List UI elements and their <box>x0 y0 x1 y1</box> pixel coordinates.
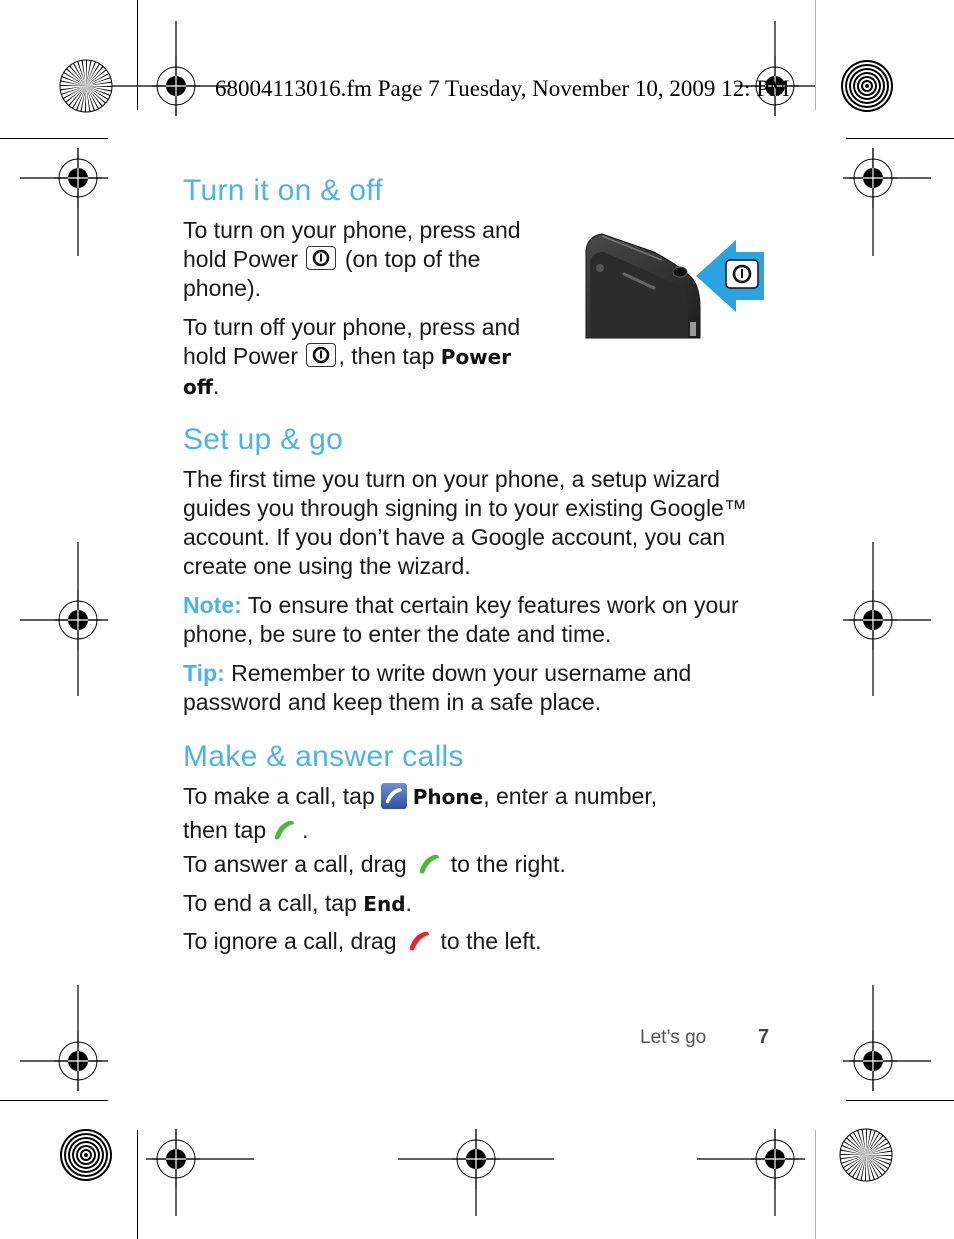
phone-top-power-key-illustration <box>585 233 764 339</box>
end-call-paragraph: To end a call, tap End. <box>183 889 743 919</box>
text: . <box>405 890 412 916</box>
tip-label: Tip: <box>183 660 225 686</box>
red-call-icon <box>407 930 431 961</box>
note-paragraph: Note: To ensure that certain key feature… <box>183 591 773 649</box>
phone-label: Phone <box>412 785 484 809</box>
print-slug: 68004113016.fm Page 7 Tuesday, November … <box>215 76 790 101</box>
setup-paragraph: The first time you turn on your phone, a… <box>183 466 747 579</box>
registration-mark <box>146 1128 254 1216</box>
green-call-icon <box>272 819 296 850</box>
star-target <box>839 1128 893 1182</box>
power-off-paragraph: To turn off your phone, press and hold P… <box>183 313 553 402</box>
star-target <box>59 59 113 113</box>
phone-app-icon <box>380 783 407 816</box>
ignore-call-paragraph: To ignore a call, drag to the left. <box>183 927 743 961</box>
note-text: To ensure that certain key features work… <box>183 592 739 647</box>
registration-mark <box>20 985 108 1092</box>
section-heading-setup: Set up & go <box>183 423 344 456</box>
text: , then tap <box>338 343 435 369</box>
text: . <box>302 817 309 843</box>
end-label: End <box>363 892 406 916</box>
green-call-icon <box>417 853 441 884</box>
registration-mark <box>20 542 108 696</box>
text: To end a call, tap <box>183 890 357 916</box>
power-key-icon <box>306 246 337 270</box>
registration-mark <box>398 1128 554 1216</box>
concentric-ring <box>84 1153 88 1157</box>
make-call-paragraph: To make a call, tap Phone, enter a number… <box>183 782 743 850</box>
text: To answer a call, drag <box>183 851 407 877</box>
answer-call-paragraph: To answer a call, drag to the right. <box>183 850 743 884</box>
tip-text: Remember to write down your username and… <box>183 660 692 715</box>
text: then tap <box>183 817 267 843</box>
tip-paragraph: Tip: Remember to write down your usernam… <box>183 659 743 717</box>
text: To ignore a call, drag <box>183 928 397 954</box>
text: , enter a number, <box>483 783 658 809</box>
text: to the right. <box>450 851 566 877</box>
text: . <box>212 373 220 399</box>
registration-mark <box>843 985 931 1092</box>
concentric-target <box>841 60 893 112</box>
section-heading-turn-on-off: Turn it on & off <box>183 174 383 207</box>
page-number: 7 <box>758 1026 770 1048</box>
footer-section-title: Let’s go <box>640 1027 707 1048</box>
registration-mark <box>843 542 931 696</box>
text: To make a call, tap <box>183 783 375 809</box>
power-key-icon <box>306 343 337 367</box>
registration-mark <box>843 147 931 256</box>
note-label: Note: <box>183 592 242 618</box>
section-heading-calls: Make & answer calls <box>183 740 464 773</box>
registration-mark <box>697 1128 805 1216</box>
registration-mark <box>20 147 108 256</box>
text: to the left. <box>440 928 542 954</box>
concentric-target <box>60 1129 112 1181</box>
power-on-paragraph: To turn on your phone, press and hold Po… <box>183 216 553 303</box>
concentric-ring <box>865 84 869 88</box>
